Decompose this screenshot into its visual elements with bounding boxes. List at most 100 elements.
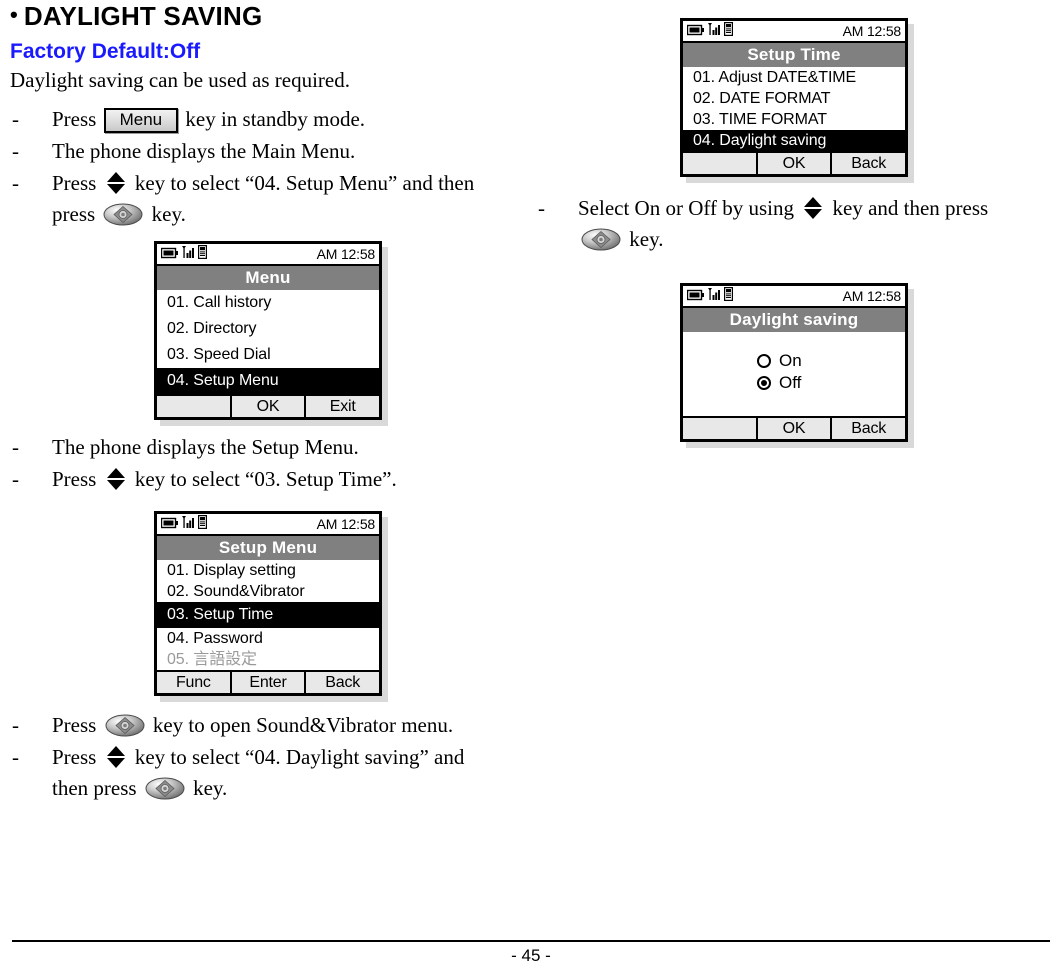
- step-select-setup-menu: - Press key to select “04. Setup Menu” a…: [8, 168, 528, 230]
- softkey-left[interactable]: [157, 396, 230, 417]
- softkey-bar: Func Enter Back: [157, 670, 379, 693]
- softkey-bar: OK Back: [683, 151, 905, 174]
- step-text: key.: [193, 776, 228, 800]
- softkey-center[interactable]: OK: [755, 418, 831, 439]
- softkey-right[interactable]: Back: [830, 153, 905, 174]
- screen-title: Menu: [157, 266, 379, 290]
- status-bar: AM 12:58: [157, 514, 379, 536]
- handset-icon: [724, 21, 734, 41]
- list-item-selected[interactable]: 04. Daylight saving: [683, 130, 905, 151]
- intro-paragraph: Daylight saving can be used as required.: [10, 68, 350, 92]
- radio-circle-selected-icon: [757, 376, 771, 390]
- step-text: key and then press: [832, 196, 989, 220]
- list-item[interactable]: 01. Call history: [157, 290, 379, 316]
- screen-setup-menu-wrap: AM 12:58 Setup Menu 01. Display setting …: [8, 501, 528, 696]
- list-item[interactable]: 03. Speed Dial: [157, 342, 379, 368]
- step-select-daylight-saving: - Press key to select “04. Daylight savi…: [8, 742, 528, 804]
- right-column: AM 12:58 Setup Time 01. Adjust DATE&TIME…: [534, 0, 1054, 442]
- manual-page: • DAYLIGHT SAVING Factory Default:Off Day…: [0, 0, 1062, 973]
- step-dash: -: [12, 171, 19, 195]
- step-text: Press: [52, 713, 97, 737]
- radio-option-on[interactable]: On: [757, 350, 831, 372]
- step-text: key to select “04. Setup Menu” and then: [134, 171, 475, 195]
- page-number: - 45 -: [511, 946, 551, 965]
- softkey-center[interactable]: OK: [755, 153, 831, 174]
- step-dash: -: [12, 467, 19, 491]
- step-text: key in standby mode.: [185, 107, 366, 131]
- signal-bars-icon: [707, 22, 721, 41]
- step-dash: -: [12, 745, 19, 769]
- screen-main-menu-wrap: AM 12:58 Menu 01. Call history 02. Direc…: [8, 231, 528, 420]
- step-text: Select On or Off by using: [578, 196, 794, 220]
- status-clock: AM 12:58: [316, 246, 376, 262]
- screen-title: Setup Menu: [157, 536, 379, 560]
- menu-list: 01. Adjust DATE&TIME 02. DATE FORMAT 03.…: [683, 67, 905, 151]
- softkey-right[interactable]: Back: [304, 672, 379, 693]
- list-item[interactable]: 02. DATE FORMAT: [683, 88, 905, 109]
- menu-key-button[interactable]: Menu: [103, 108, 179, 133]
- step-text: Press: [52, 745, 97, 769]
- step-open-sound-vibrator: - Press key to open Sound&Vibrator menu.: [8, 710, 528, 741]
- step-main-menu-shown: - The phone displays the Main Menu.: [8, 136, 528, 167]
- navigation-key-icon: [103, 203, 143, 226]
- up-down-arrow-icon: [802, 196, 824, 220]
- navigation-key-icon: [105, 714, 145, 737]
- radio-option-off[interactable]: Off: [757, 372, 831, 394]
- step-text: press: [52, 202, 96, 226]
- steps-list-right: - Select On or Off by using key and then…: [534, 193, 1054, 255]
- radio-label: Off: [779, 373, 802, 392]
- status-icons: [686, 286, 734, 306]
- list-item[interactable]: 01. Display setting: [157, 560, 379, 581]
- list-item[interactable]: 03. TIME FORMAT: [683, 109, 905, 130]
- step-text-line2: then press key.: [52, 773, 528, 804]
- step-text: The phone displays the Setup Menu.: [52, 435, 359, 459]
- list-item[interactable]: 02. Sound&Vibrator: [157, 581, 379, 602]
- step-text-line2: press key.: [52, 199, 528, 230]
- list-item[interactable]: 04. Password: [157, 628, 379, 649]
- softkey-center[interactable]: OK: [229, 396, 305, 417]
- softkey-left[interactable]: [683, 418, 756, 439]
- list-item[interactable]: 01. Adjust DATE&TIME: [683, 67, 905, 88]
- status-bar: AM 12:58: [683, 21, 905, 43]
- phone-screen-setup-menu: AM 12:58 Setup Menu 01. Display setting …: [154, 511, 382, 696]
- battery-icon: [686, 23, 704, 41]
- page-footer: - 45 -: [12, 940, 1050, 967]
- up-down-arrow-icon: [105, 171, 127, 195]
- list-item-selected[interactable]: 04. Setup Menu: [157, 368, 379, 394]
- step-text-line2: key.: [578, 224, 1054, 255]
- step-text: key.: [629, 227, 664, 251]
- status-icons: [160, 514, 208, 534]
- screen-daylight-saving-wrap: AM 12:58 Daylight saving On Off OK Back: [534, 273, 1054, 442]
- step-text: Press: [52, 171, 97, 195]
- softkey-right[interactable]: Back: [830, 418, 905, 439]
- list-item[interactable]: 02. Directory: [157, 316, 379, 342]
- bullet-glyph: •: [10, 2, 18, 27]
- page-title-text: DAYLIGHT SAVING: [23, 1, 263, 31]
- screen-title: Setup Time: [683, 43, 905, 67]
- list-item-selected[interactable]: 03. Setup Time: [157, 602, 379, 628]
- softkey-left[interactable]: Func: [157, 672, 230, 693]
- step-text: key.: [151, 202, 186, 226]
- step-text: Press: [52, 467, 97, 491]
- signal-bars-icon: [181, 245, 195, 264]
- softkey-bar: OK Exit: [157, 394, 379, 417]
- menu-list: 01. Call history 02. Directory 03. Speed…: [157, 290, 379, 394]
- step-dash: -: [12, 107, 19, 131]
- footer-divider: [12, 940, 1050, 942]
- softkey-left[interactable]: [683, 153, 756, 174]
- status-bar: AM 12:58: [157, 244, 379, 266]
- status-clock: AM 12:58: [842, 288, 902, 304]
- page-title: • DAYLIGHT SAVING: [8, 0, 528, 31]
- signal-bars-icon: [707, 287, 721, 306]
- signal-bars-icon: [181, 515, 195, 534]
- step-text: key to select “03. Setup Time”.: [134, 467, 397, 491]
- status-clock: AM 12:58: [842, 23, 902, 39]
- factory-default-label: Factory Default:Off: [10, 40, 201, 63]
- step-text: Press: [52, 107, 97, 131]
- list-item[interactable]: 05. 言語設定: [157, 649, 379, 670]
- phone-screen-daylight-saving: AM 12:58 Daylight saving On Off OK Back: [680, 283, 908, 442]
- softkey-center[interactable]: Enter: [229, 672, 305, 693]
- softkey-right[interactable]: Exit: [304, 396, 379, 417]
- status-bar: AM 12:58: [683, 286, 905, 308]
- left-column: • DAYLIGHT SAVING Factory Default:Off Day…: [8, 0, 528, 805]
